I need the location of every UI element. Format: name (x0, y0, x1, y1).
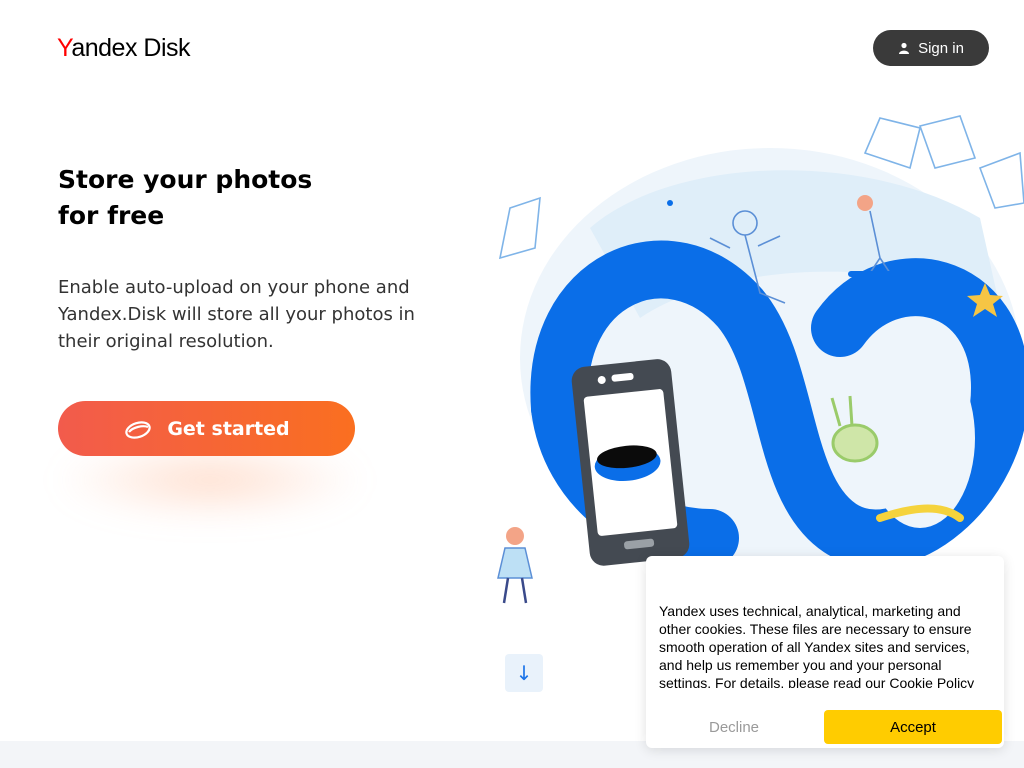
hero-illustration (497, 115, 1024, 604)
sign-in-label: Sign in (918, 39, 964, 57)
logo-andex: andex (71, 34, 137, 62)
hero-heading-line1: Store your photos (58, 165, 313, 194)
get-started-button[interactable]: Get started (58, 401, 355, 456)
scroll-down-arrow[interactable]: ↓ (505, 654, 543, 692)
hero-heading-line2: for free (58, 201, 165, 230)
logo-disk: Disk (136, 34, 191, 62)
arrow-down-icon: ↓ (515, 661, 533, 685)
cookie-banner: Yandex uses technical, analytical, marke… (646, 556, 1004, 748)
decline-button[interactable]: Decline (654, 710, 814, 744)
disk-icon (125, 420, 152, 439)
logo-letter-y: Y (57, 34, 72, 62)
cookie-notice-text: Yandex uses technical, analytical, marke… (659, 602, 981, 688)
get-started-label: Get started (167, 417, 290, 440)
cookie-policy-link[interactable]: Cookie Policy (889, 675, 974, 688)
user-icon (899, 42, 910, 54)
accept-button[interactable]: Accept (824, 710, 1002, 744)
hero-heading: Store your photos for free (58, 162, 438, 234)
yandex-disk-logo[interactable]: Yandex Disk (57, 32, 191, 64)
sign-in-button[interactable]: Sign in (873, 30, 989, 66)
hero-description: Enable auto-upload on your phone and Yan… (58, 277, 415, 352)
